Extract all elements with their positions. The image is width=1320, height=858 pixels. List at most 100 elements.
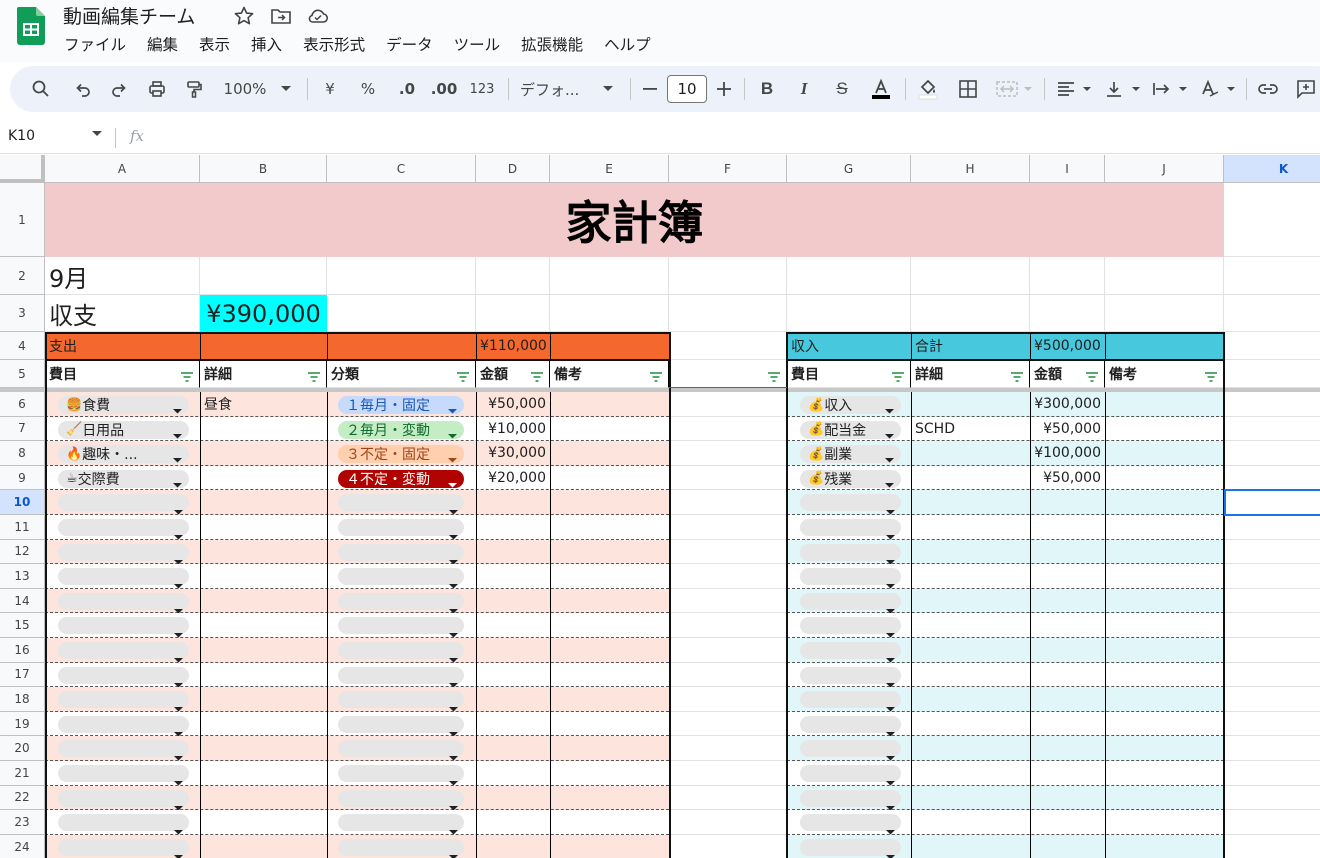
cell[interactable] [669, 613, 787, 638]
name-box[interactable]: K10 [8, 128, 35, 144]
sheets-logo-icon[interactable] [17, 7, 45, 45]
cell[interactable] [1224, 736, 1320, 761]
text-wrapping-button[interactable] [1150, 66, 1190, 112]
formula-input[interactable] [160, 124, 1310, 150]
income-amount[interactable]: ¥50,000 [1030, 417, 1105, 442]
cell[interactable] [1224, 515, 1320, 540]
cell[interactable] [1224, 810, 1320, 835]
column-header-i[interactable]: I [1030, 155, 1105, 183]
cell[interactable] [1224, 835, 1320, 858]
income-detail[interactable] [911, 392, 1030, 417]
cell[interactable] [669, 465, 787, 491]
cell[interactable] [1224, 360, 1320, 388]
cell[interactable] [669, 687, 787, 712]
cell[interactable] [1224, 712, 1320, 737]
fill-color-button[interactable] [915, 66, 941, 112]
percent-format-button[interactable]: % [358, 66, 378, 112]
borders-button[interactable] [956, 66, 980, 112]
cell[interactable] [669, 392, 787, 417]
row-header-21[interactable]: 21 [0, 761, 45, 786]
income-amount[interactable]: ¥100,000 [1030, 441, 1105, 466]
category-chip[interactable]: ３不定・固定 [338, 445, 464, 464]
column-header-b[interactable]: B [200, 155, 327, 183]
row-header-15[interactable]: 15 [0, 613, 45, 638]
income-item-chip[interactable]: 💰 収入 [800, 396, 901, 414]
cell[interactable] [1224, 183, 1320, 257]
expense-amount[interactable]: ¥10,000 [476, 417, 550, 442]
decrease-decimal-button[interactable]: .0 [393, 66, 421, 112]
menu-insert[interactable]: 挿入 [251, 33, 282, 55]
row-header-9[interactable]: 9 [0, 465, 45, 491]
currency-format-button[interactable]: ¥ [320, 66, 340, 112]
cell[interactable] [327, 257, 476, 295]
menu-tools[interactable]: ツール [454, 33, 501, 55]
row-header-19[interactable]: 19 [0, 711, 45, 737]
cell[interactable] [550, 295, 669, 332]
increase-decimal-button[interactable]: .00 [430, 66, 458, 112]
row-header-4[interactable]: 4 [0, 332, 45, 360]
document-title[interactable]: 動画編集チーム [63, 2, 195, 29]
expense-detail[interactable] [200, 441, 327, 466]
insert-link-button[interactable] [1256, 66, 1280, 112]
redo-button[interactable] [106, 66, 132, 112]
cell[interactable] [550, 257, 669, 295]
font-family-select[interactable]: デフォ... [520, 66, 600, 112]
cell[interactable] [1224, 613, 1320, 638]
row-header-5[interactable]: 5 [0, 360, 45, 388]
income-amount[interactable]: ¥50,000 [1030, 466, 1105, 491]
cell[interactable] [1224, 417, 1320, 442]
italic-button[interactable]: I [793, 66, 815, 112]
expense-amount[interactable]: ¥50,000 [476, 392, 550, 417]
move-folder-icon[interactable] [269, 4, 293, 28]
cell[interactable] [669, 257, 787, 295]
row-header-20[interactable]: 20 [0, 736, 45, 761]
row-header-18[interactable]: 18 [0, 687, 45, 712]
cell[interactable] [669, 539, 787, 565]
cell[interactable] [669, 761, 787, 786]
decrease-font-size-button[interactable] [640, 66, 660, 112]
row-header-12[interactable]: 12 [0, 539, 45, 565]
number-format-button[interactable]: 123 [468, 66, 496, 112]
row-header-22[interactable]: 22 [0, 785, 45, 811]
zoom-dropdown-icon[interactable] [278, 66, 294, 112]
row-header-14[interactable]: 14 [0, 588, 45, 614]
cell[interactable] [669, 416, 787, 442]
income-item-chip[interactable]: 💰 残業 [800, 469, 901, 488]
income-detail[interactable]: SCHD [911, 417, 1030, 442]
column-header-g[interactable]: G [787, 155, 911, 183]
expense-amount[interactable]: ¥20,000 [476, 466, 550, 491]
cell[interactable] [669, 736, 787, 761]
cell[interactable] [1224, 687, 1320, 712]
print-button[interactable] [144, 66, 170, 112]
cell[interactable] [669, 711, 787, 737]
bold-button[interactable]: B [756, 66, 778, 112]
menu-extensions[interactable]: 拡張機能 [521, 33, 583, 55]
text-color-button[interactable] [868, 66, 894, 112]
cell[interactable] [669, 441, 787, 466]
cell[interactable] [669, 490, 787, 515]
category-chip[interactable]: ４不定・変動 [338, 469, 464, 488]
cell[interactable] [787, 257, 911, 295]
cell[interactable] [1224, 441, 1320, 466]
cell[interactable] [476, 295, 550, 332]
row-header-3[interactable]: 3 [0, 295, 45, 332]
spreadsheet-grid[interactable]: A B C D E F G H I J K 1 2 3 4 5 6 7 8 9 10 11 12 13 14 15 16 17 18 19… [0, 155, 1320, 858]
cell[interactable] [911, 257, 1030, 295]
cell[interactable] [1224, 663, 1320, 688]
cell[interactable] [1105, 295, 1224, 332]
cell[interactable] [669, 638, 787, 663]
increase-font-size-button[interactable] [714, 66, 734, 112]
name-box-dropdown-icon[interactable] [92, 131, 102, 137]
category-chip[interactable]: ２毎月・変動 [338, 420, 464, 439]
cell[interactable] [911, 295, 1030, 332]
cell[interactable] [1224, 761, 1320, 786]
income-item-chip[interactable]: 💰 副業 [800, 445, 901, 464]
text-rotation-button[interactable] [1198, 66, 1238, 112]
font-size-input[interactable]: 10 [667, 75, 707, 103]
category-chip[interactable]: １毎月・固定 [338, 396, 464, 414]
row-header-16[interactable]: 16 [0, 638, 45, 663]
cell[interactable] [669, 810, 787, 835]
menu-format[interactable]: 表示形式 [303, 33, 365, 55]
column-header-f[interactable]: F [669, 155, 787, 183]
expense-item-chip[interactable]: 🍔 食費 [58, 396, 189, 414]
